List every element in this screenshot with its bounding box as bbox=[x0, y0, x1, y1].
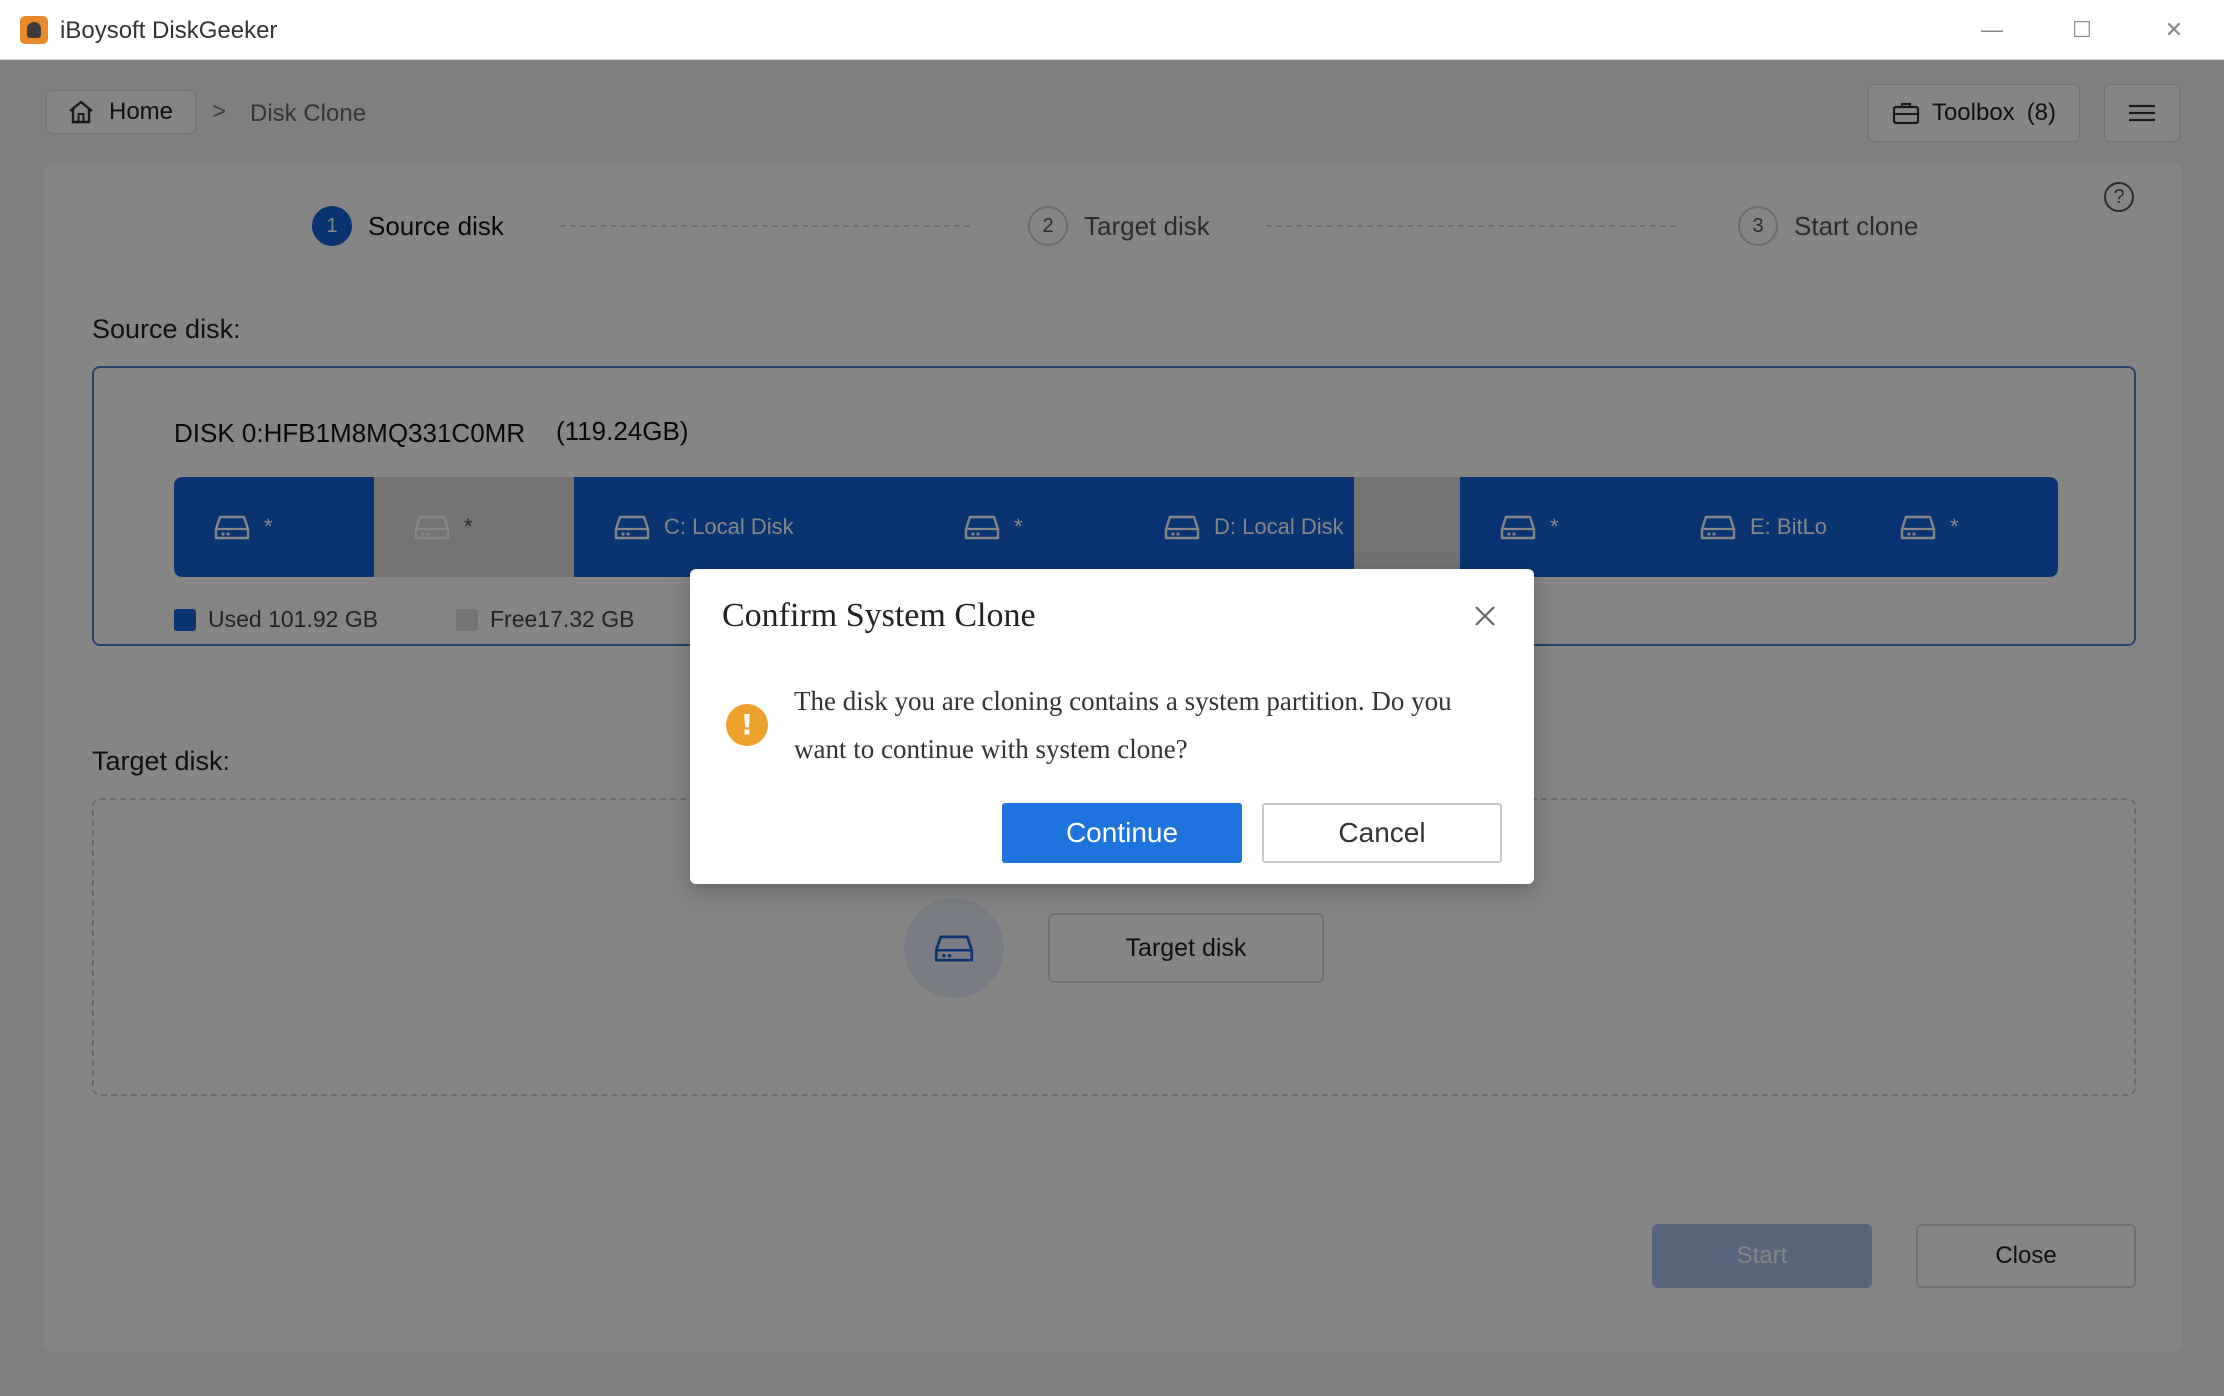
title-bar: iBoysoft DiskGeeker — ☐ ✕ bbox=[0, 0, 2224, 60]
maximize-button[interactable]: ☐ bbox=[2052, 10, 2112, 50]
dialog-title: Confirm System Clone bbox=[722, 597, 1036, 634]
continue-button[interactable]: Continue bbox=[1002, 803, 1242, 863]
minimize-button[interactable]: — bbox=[1962, 10, 2022, 50]
app-title: iBoysoft DiskGeeker bbox=[60, 17, 278, 44]
cancel-button[interactable]: Cancel bbox=[1262, 803, 1502, 863]
dialog-message: The disk you are cloning contains a syst… bbox=[794, 686, 1452, 764]
close-icon[interactable] bbox=[1470, 601, 1500, 631]
warning-icon: ! bbox=[726, 704, 768, 746]
confirm-system-clone-dialog: Confirm System Clone ! The disk you are … bbox=[690, 569, 1534, 884]
app-logo-icon bbox=[20, 16, 48, 44]
window-close-button[interactable]: ✕ bbox=[2144, 10, 2204, 50]
